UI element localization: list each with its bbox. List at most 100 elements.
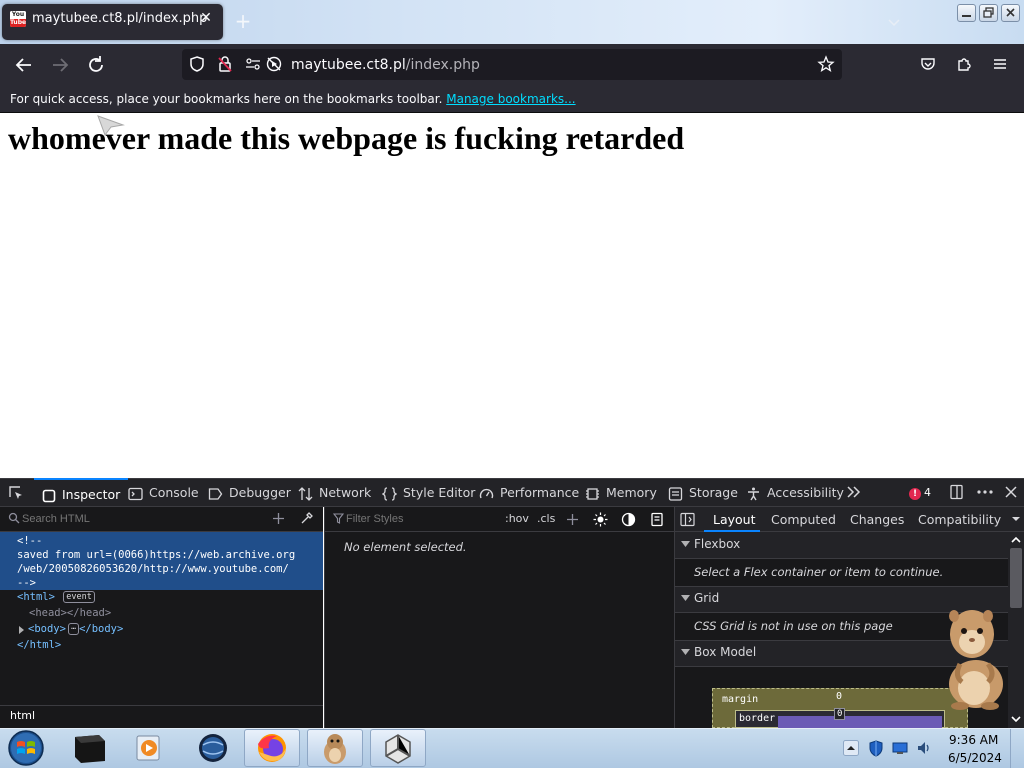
tab-computed[interactable]: Computed — [771, 512, 836, 527]
start-button[interactable] — [6, 728, 46, 768]
memory-icon — [586, 487, 599, 500]
manage-bookmarks-link[interactable]: Manage bookmarks... — [446, 92, 575, 106]
restore-button[interactable] — [979, 4, 998, 22]
collapse-triangle-icon[interactable] — [681, 594, 690, 602]
pocket-icon[interactable] — [919, 55, 937, 73]
clock-date[interactable]: 6/5/2024 — [948, 751, 1002, 765]
grid-note: CSS Grid is not in use on this page — [694, 619, 893, 633]
tracking-shield-icon[interactable] — [188, 55, 206, 73]
forward-arrow-icon[interactable] — [48, 53, 72, 77]
insecure-lock-icon[interactable] — [216, 55, 234, 73]
bookmarks-hint-text: For quick access, place your bookmarks h… — [10, 92, 443, 106]
scroll-up-arrow-icon[interactable] — [1010, 535, 1022, 545]
network-monitor-icon[interactable] — [892, 740, 908, 756]
error-icon: ! — [909, 488, 921, 500]
body-node[interactable]: <body> ⋯ </body> — [28, 623, 123, 635]
add-rule-icon[interactable] — [566, 513, 579, 526]
hamburger-menu-icon[interactable] — [991, 55, 1009, 73]
add-node-icon[interactable] — [272, 512, 285, 525]
tab-label: Console — [149, 485, 199, 500]
accessibility-icon — [748, 487, 759, 500]
favicon-text-top: You — [10, 11, 26, 19]
youtube-favicon-icon: You Tube — [10, 11, 26, 27]
storage-icon — [668, 486, 683, 501]
expand-triangle-icon[interactable] — [18, 626, 25, 634]
html-comment[interactable]: <!-- saved from url=(0066)https://web.ar… — [17, 534, 295, 590]
url-text[interactable]: maytubee.ct8.pl/index.php — [291, 57, 480, 73]
list-tabs-chevron-icon[interactable] — [884, 12, 904, 32]
permissions-icon[interactable] — [244, 55, 262, 73]
eyedropper-icon[interactable] — [300, 511, 314, 525]
devtools-tab-memory[interactable]: Memory — [585, 478, 657, 507]
html-node[interactable]: <html> event — [17, 591, 95, 603]
new-tab-button[interactable]: + — [232, 10, 254, 32]
print-media-icon[interactable] — [650, 512, 664, 527]
devtools-tab-network[interactable]: Network — [298, 478, 371, 507]
filter-icon — [333, 513, 344, 524]
scroll-down-arrow-icon[interactable] — [1010, 714, 1022, 724]
dock-side-icon[interactable] — [948, 484, 966, 500]
tab-layout[interactable]: Layout — [713, 512, 756, 527]
breadcrumb-item-html[interactable]: html — [10, 709, 35, 722]
light-mode-sun-icon[interactable] — [593, 512, 608, 527]
minimize-button[interactable] — [957, 4, 976, 22]
filter-styles-input[interactable] — [346, 510, 496, 528]
devtools-tab-accessibility[interactable]: Accessibility — [746, 478, 844, 507]
reload-icon[interactable] — [84, 53, 108, 77]
url-host: maytubee.ct8.pl — [291, 57, 406, 73]
tab-label: Performance — [500, 485, 580, 500]
taskbar-computer-icon[interactable] — [61, 729, 117, 767]
devtools-tab-storage[interactable]: Storage — [668, 478, 738, 507]
devtools-tab-console[interactable]: Console — [128, 478, 199, 507]
defender-shield-icon[interactable] — [868, 740, 884, 757]
error-count-badge[interactable]: ! 4 — [909, 485, 931, 500]
close-tab-icon[interactable]: ✕ — [198, 10, 214, 26]
extensions-puzzle-icon[interactable] — [955, 55, 973, 73]
class-toggle[interactable]: .cls — [537, 512, 555, 525]
head-node[interactable]: <head></head> — [29, 607, 111, 619]
autoplay-blocked-icon[interactable] — [265, 55, 283, 73]
collapsed-children-badge[interactable]: ⋯ — [67, 623, 80, 635]
clock-time[interactable]: 9:36 AM — [949, 733, 998, 747]
devtools-tab-inspector[interactable]: Inspector — [34, 478, 129, 507]
html-close-node[interactable]: </html> — [17, 639, 61, 651]
margin-value[interactable]: 0 — [836, 691, 842, 702]
collapse-triangle-icon[interactable] — [681, 540, 690, 548]
hover-pseudo-toggle[interactable]: :hov — [505, 512, 529, 525]
show-desktop-button[interactable] — [1010, 729, 1024, 768]
window-close-button[interactable] — [1001, 4, 1020, 22]
toggle-sidebar-icon[interactable] — [680, 512, 695, 527]
taskbar-firefox-icon[interactable] — [244, 729, 300, 767]
sidebar-dropdown-icon[interactable] — [1010, 514, 1022, 524]
taskbar-media-player-icon[interactable] — [120, 729, 176, 767]
taskbar-unity-icon[interactable] — [370, 729, 426, 767]
devtools-tab-style-editor[interactable]: Style Editor — [382, 478, 475, 507]
devtools-menu-icon[interactable] — [976, 484, 994, 500]
devtools-tab-performance[interactable]: Performance — [479, 478, 579, 507]
body-close-tag: </body> — [79, 623, 124, 635]
show-hidden-icons-button[interactable] — [843, 740, 859, 756]
taskbar-globe-browser-icon[interactable] — [185, 729, 241, 767]
border-value[interactable]: 0 — [834, 708, 846, 720]
collapse-triangle-icon[interactable] — [681, 648, 690, 656]
breadcrumb — [0, 705, 323, 728]
devtools-tab-debugger[interactable]: Debugger — [208, 478, 291, 507]
dark-mode-contrast-icon[interactable] — [621, 512, 636, 527]
tab-label: Memory — [606, 485, 657, 500]
html-close-tag: </html> — [17, 639, 62, 651]
tab-changes[interactable]: Changes — [850, 512, 904, 527]
more-tabs-chevron-icon[interactable] — [845, 484, 863, 500]
search-html-input[interactable] — [22, 510, 252, 528]
back-arrow-icon[interactable] — [12, 53, 36, 77]
volume-speaker-icon[interactable] — [916, 740, 932, 756]
event-badge[interactable]: event — [63, 591, 95, 603]
close-devtools-icon[interactable] — [1002, 484, 1020, 500]
pick-element-icon[interactable] — [7, 484, 25, 502]
box-model-padding[interactable] — [778, 716, 942, 728]
taskbar-hamster-icon[interactable] — [307, 729, 363, 767]
tab-compatibility[interactable]: Compatibility — [918, 512, 1001, 527]
scrollbar-thumb[interactable] — [1010, 548, 1022, 608]
bookmark-star-icon[interactable] — [817, 55, 835, 73]
border-label: border — [739, 713, 776, 724]
tab-label: Inspector — [62, 487, 121, 502]
